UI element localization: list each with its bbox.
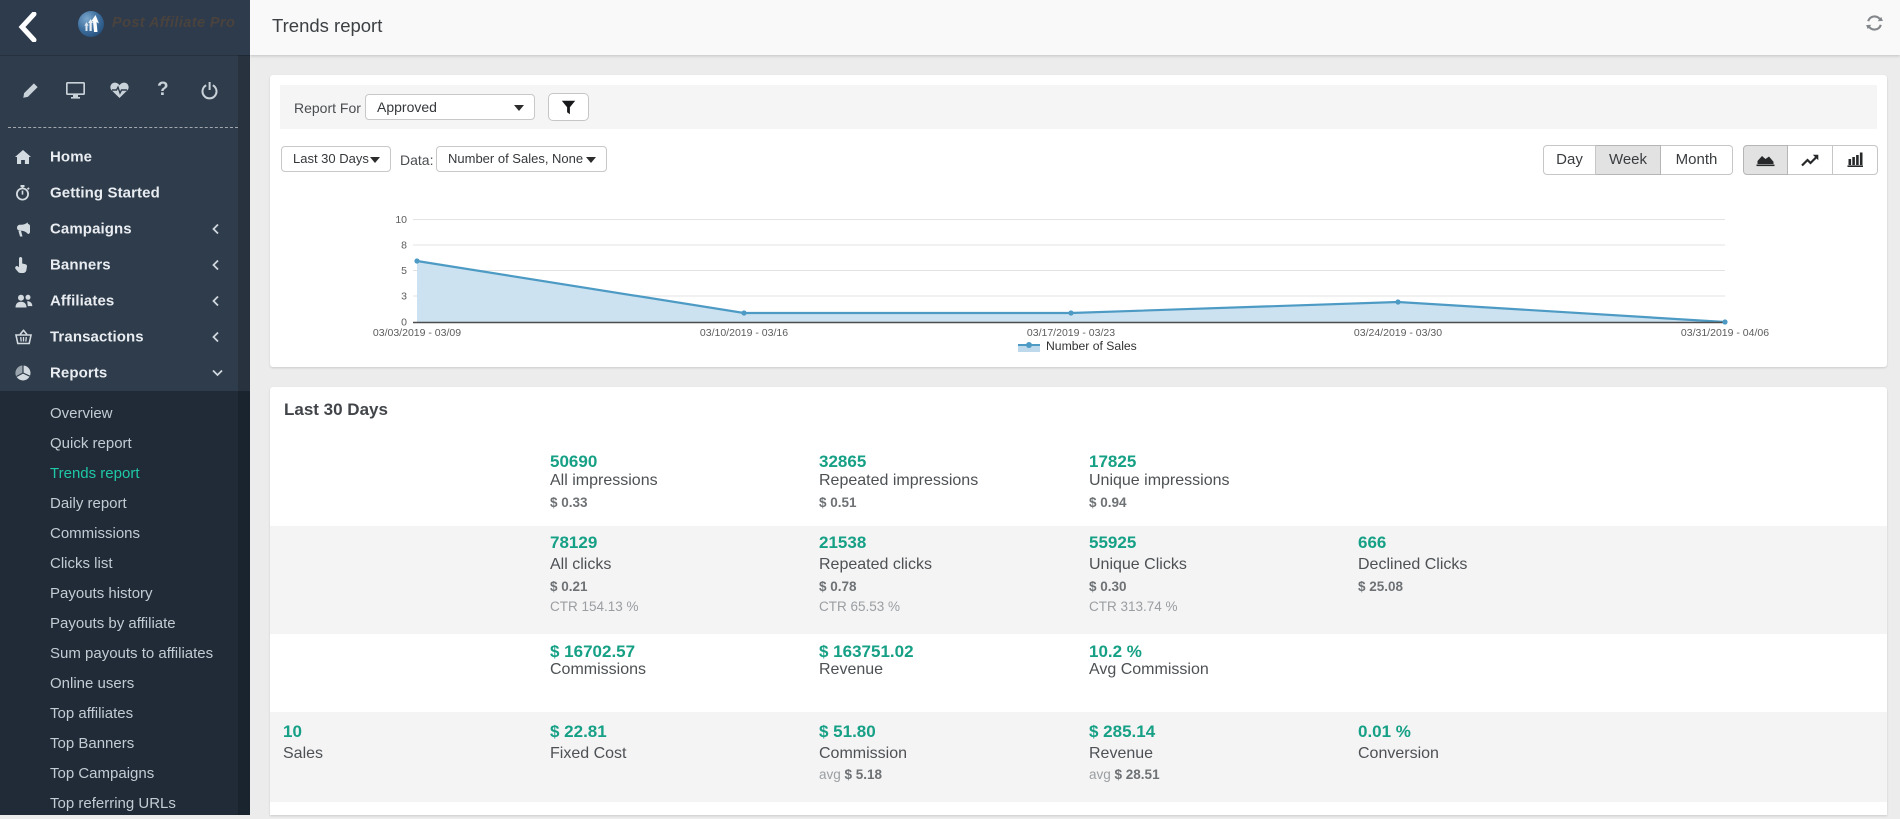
svg-text:03/31/2019 - 04/06: 03/31/2019 - 04/06: [1681, 327, 1769, 339]
svg-text:03/03/2019 - 03/09: 03/03/2019 - 03/09: [373, 327, 461, 339]
svg-text:3: 3: [401, 291, 407, 303]
svg-text:03/24/2019 - 03/30: 03/24/2019 - 03/30: [1354, 327, 1442, 339]
svg-text:Number of Sales: Number of Sales: [1046, 339, 1137, 353]
svg-text:5: 5: [401, 265, 407, 277]
svg-text:03/10/2019 - 03/16: 03/10/2019 - 03/16: [700, 327, 788, 339]
svg-text:03/17/2019 - 03/23: 03/17/2019 - 03/23: [1027, 327, 1115, 339]
svg-text:10: 10: [395, 214, 407, 226]
svg-text:8: 8: [401, 240, 407, 252]
